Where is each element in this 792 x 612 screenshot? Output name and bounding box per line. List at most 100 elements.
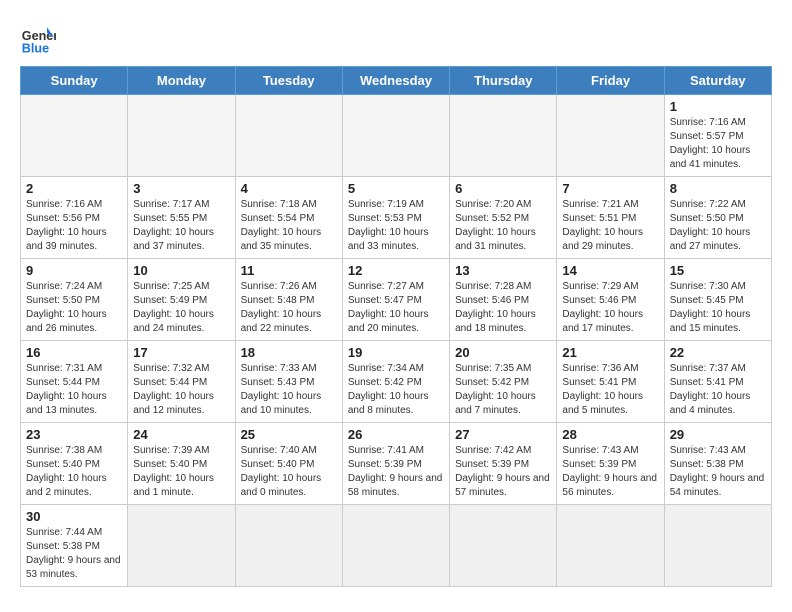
day-header-friday: Friday xyxy=(557,67,664,95)
day-number: 8 xyxy=(670,181,766,196)
day-number: 10 xyxy=(133,263,229,278)
day-number: 24 xyxy=(133,427,229,442)
day-info: Sunrise: 7:24 AM Sunset: 5:50 PM Dayligh… xyxy=(26,280,122,336)
day-info: Sunrise: 7:19 AM Sunset: 5:53 PM Dayligh… xyxy=(348,198,444,254)
calendar-cell: 25 Sunrise: 7:40 AM Sunset: 5:40 PM Dayli… xyxy=(235,423,342,505)
day-info: Sunrise: 7:16 AM Sunset: 5:56 PM Dayligh… xyxy=(26,198,122,254)
day-number: 22 xyxy=(670,345,766,360)
day-number: 20 xyxy=(455,345,551,360)
week-row-1: 1 Sunrise: 7:16 AM Sunset: 5:57 PM Daylig… xyxy=(21,95,772,177)
day-number: 26 xyxy=(348,427,444,442)
day-info: Sunrise: 7:28 AM Sunset: 5:46 PM Dayligh… xyxy=(455,280,551,336)
calendar-cell xyxy=(235,95,342,177)
day-number: 13 xyxy=(455,263,551,278)
calendar-cell: 19Sunrise: 7:34 AM Sunset: 5:42 PM Dayli… xyxy=(342,341,449,423)
week-row-2: 2 Sunrise: 7:16 AM Sunset: 5:56 PM Daylig… xyxy=(21,177,772,259)
day-info: Sunrise: 7:27 AM Sunset: 5:47 PM Dayligh… xyxy=(348,280,444,336)
day-number: 17 xyxy=(133,345,229,360)
day-header-tuesday: Tuesday xyxy=(235,67,342,95)
calendar-cell xyxy=(128,95,235,177)
day-number: 16 xyxy=(26,345,122,360)
day-number: 1 xyxy=(670,99,766,114)
day-info: Sunrise: 7:41 AM Sunset: 5:39 PM Dayligh… xyxy=(348,444,444,500)
day-info: Sunrise: 7:17 AM Sunset: 5:55 PM Dayligh… xyxy=(133,198,229,254)
logo: General Blue xyxy=(20,20,56,56)
svg-text:Blue: Blue xyxy=(22,41,49,55)
calendar-cell: 22 Sunrise: 7:37 AM Sunset: 5:41 PM Dayli… xyxy=(664,341,771,423)
day-number: 2 xyxy=(26,181,122,196)
day-headers: SundayMondayTuesdayWednesdayThursdayFrid… xyxy=(21,67,772,95)
day-number: 21 xyxy=(562,345,658,360)
day-number: 25 xyxy=(241,427,337,442)
day-header-saturday: Saturday xyxy=(664,67,771,95)
day-number: 19 xyxy=(348,345,444,360)
calendar-cell: 28Sunrise: 7:43 AM Sunset: 5:39 PM Dayli… xyxy=(557,423,664,505)
day-info: Sunrise: 7:18 AM Sunset: 5:54 PM Dayligh… xyxy=(241,198,337,254)
day-number: 27 xyxy=(455,427,551,442)
calendar-cell xyxy=(342,95,449,177)
calendar-cell: 9Sunrise: 7:24 AM Sunset: 5:50 PM Daylig… xyxy=(21,259,128,341)
calendar-cell: 3 Sunrise: 7:17 AM Sunset: 5:55 PM Daylig… xyxy=(128,177,235,259)
day-number: 11 xyxy=(241,263,337,278)
day-number: 30 xyxy=(26,509,122,524)
header: General Blue xyxy=(20,20,772,56)
calendar-cell xyxy=(128,505,235,587)
day-info: Sunrise: 7:43 AM Sunset: 5:38 PM Dayligh… xyxy=(670,444,766,500)
day-info: Sunrise: 7:39 AM Sunset: 5:40 PM Dayligh… xyxy=(133,444,229,500)
day-number: 29 xyxy=(670,427,766,442)
calendar: SundayMondayTuesdayWednesdayThursdayFrid… xyxy=(20,66,772,587)
calendar-cell: 6Sunrise: 7:20 AM Sunset: 5:52 PM Daylig… xyxy=(450,177,557,259)
day-info: Sunrise: 7:38 AM Sunset: 5:40 PM Dayligh… xyxy=(26,444,122,500)
calendar-cell: 4 Sunrise: 7:18 AM Sunset: 5:54 PM Daylig… xyxy=(235,177,342,259)
calendar-cell xyxy=(235,505,342,587)
day-number: 6 xyxy=(455,181,551,196)
day-info: Sunrise: 7:26 AM Sunset: 5:48 PM Dayligh… xyxy=(241,280,337,336)
calendar-cell: 15 Sunrise: 7:30 AM Sunset: 5:45 PM Dayli… xyxy=(664,259,771,341)
day-info: Sunrise: 7:43 AM Sunset: 5:39 PM Dayligh… xyxy=(562,444,658,500)
day-info: Sunrise: 7:42 AM Sunset: 5:39 PM Dayligh… xyxy=(455,444,551,500)
day-number: 4 xyxy=(241,181,337,196)
day-number: 18 xyxy=(241,345,337,360)
calendar-cell: 17 Sunrise: 7:32 AM Sunset: 5:44 PM Dayli… xyxy=(128,341,235,423)
day-header-thursday: Thursday xyxy=(450,67,557,95)
day-info: Sunrise: 7:40 AM Sunset: 5:40 PM Dayligh… xyxy=(241,444,337,500)
day-info: Sunrise: 7:22 AM Sunset: 5:50 PM Dayligh… xyxy=(670,198,766,254)
calendar-cell: 30 Sunrise: 7:44 AM Sunset: 5:38 PM Dayli… xyxy=(21,505,128,587)
calendar-cell: 13 Sunrise: 7:28 AM Sunset: 5:46 PM Dayli… xyxy=(450,259,557,341)
day-info: Sunrise: 7:32 AM Sunset: 5:44 PM Dayligh… xyxy=(133,362,229,418)
day-info: Sunrise: 7:36 AM Sunset: 5:41 PM Dayligh… xyxy=(562,362,658,418)
day-info: Sunrise: 7:21 AM Sunset: 5:51 PM Dayligh… xyxy=(562,198,658,254)
day-info: Sunrise: 7:25 AM Sunset: 5:49 PM Dayligh… xyxy=(133,280,229,336)
calendar-cell: 23Sunrise: 7:38 AM Sunset: 5:40 PM Dayli… xyxy=(21,423,128,505)
calendar-cell: 20 Sunrise: 7:35 AM Sunset: 5:42 PM Dayli… xyxy=(450,341,557,423)
calendar-cell xyxy=(557,505,664,587)
calendar-cell xyxy=(342,505,449,587)
calendar-cell: 10 Sunrise: 7:25 AM Sunset: 5:49 PM Dayli… xyxy=(128,259,235,341)
day-info: Sunrise: 7:31 AM Sunset: 5:44 PM Dayligh… xyxy=(26,362,122,418)
calendar-cell: 29 Sunrise: 7:43 AM Sunset: 5:38 PM Dayli… xyxy=(664,423,771,505)
calendar-cell: 18 Sunrise: 7:33 AM Sunset: 5:43 PM Dayli… xyxy=(235,341,342,423)
calendar-cell xyxy=(664,505,771,587)
calendar-cell: 7Sunrise: 7:21 AM Sunset: 5:51 PM Daylig… xyxy=(557,177,664,259)
week-row-6: 30 Sunrise: 7:44 AM Sunset: 5:38 PM Dayli… xyxy=(21,505,772,587)
logo-icon: General Blue xyxy=(20,20,56,56)
calendar-cell: 24 Sunrise: 7:39 AM Sunset: 5:40 PM Dayli… xyxy=(128,423,235,505)
calendar-cell: 27 Sunrise: 7:42 AM Sunset: 5:39 PM Dayli… xyxy=(450,423,557,505)
calendar-cell xyxy=(450,505,557,587)
day-info: Sunrise: 7:33 AM Sunset: 5:43 PM Dayligh… xyxy=(241,362,337,418)
day-info: Sunrise: 7:44 AM Sunset: 5:38 PM Dayligh… xyxy=(26,526,122,582)
day-number: 15 xyxy=(670,263,766,278)
day-number: 3 xyxy=(133,181,229,196)
day-header-monday: Monday xyxy=(128,67,235,95)
week-row-3: 9Sunrise: 7:24 AM Sunset: 5:50 PM Daylig… xyxy=(21,259,772,341)
calendar-cell: 14Sunrise: 7:29 AM Sunset: 5:46 PM Dayli… xyxy=(557,259,664,341)
day-number: 12 xyxy=(348,263,444,278)
day-info: Sunrise: 7:16 AM Sunset: 5:57 PM Dayligh… xyxy=(670,116,766,172)
day-info: Sunrise: 7:37 AM Sunset: 5:41 PM Dayligh… xyxy=(670,362,766,418)
calendar-cell xyxy=(450,95,557,177)
week-row-5: 23Sunrise: 7:38 AM Sunset: 5:40 PM Dayli… xyxy=(21,423,772,505)
calendar-cell xyxy=(21,95,128,177)
day-info: Sunrise: 7:30 AM Sunset: 5:45 PM Dayligh… xyxy=(670,280,766,336)
calendar-cell: 8 Sunrise: 7:22 AM Sunset: 5:50 PM Daylig… xyxy=(664,177,771,259)
day-info: Sunrise: 7:35 AM Sunset: 5:42 PM Dayligh… xyxy=(455,362,551,418)
